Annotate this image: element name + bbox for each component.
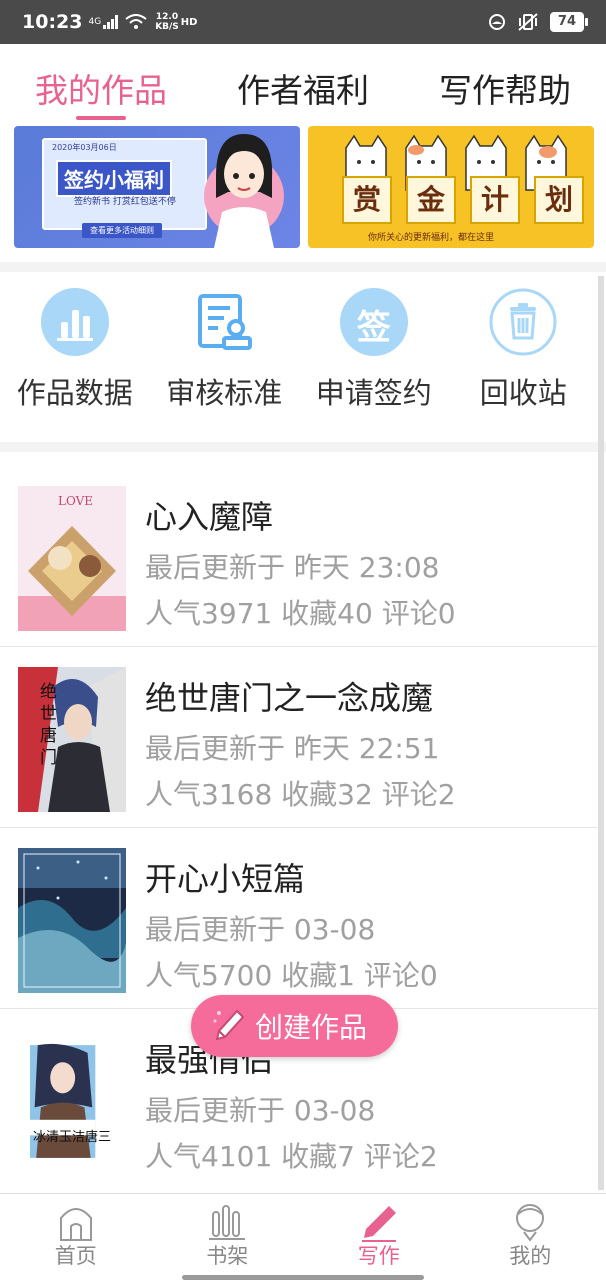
create-work-label: 创建作品 — [255, 1011, 368, 1044]
trash-icon — [489, 288, 557, 356]
book-stats: 人气4101 收藏7 评论2 — [145, 1140, 438, 1173]
tab-my-works[interactable]: 我的作品 — [0, 44, 202, 126]
book-updated: 最后更新于 昨天 23:08 — [145, 551, 440, 584]
book-stats: 人气5700 收藏1 评论0 — [145, 959, 438, 992]
girl-illustration-icon — [204, 134, 284, 248]
bounty-title: 赏 金 计 划 — [342, 176, 584, 224]
cover-text: 冰清玉洁唐三 — [32, 1130, 111, 1145]
vibrate-off-icon — [518, 13, 538, 31]
book-cover — [18, 667, 126, 812]
book-cover — [30, 1043, 96, 1158]
tab-author-benefits[interactable]: 作者福利 — [202, 44, 404, 126]
nav-label: 我的 — [509, 1244, 552, 1268]
pencil-icon — [213, 1009, 245, 1041]
scrollbar[interactable] — [598, 276, 604, 1190]
tool-work-data[interactable]: 作品数据 — [0, 272, 150, 442]
bar-chart-icon — [40, 288, 109, 356]
tool-label: 回收站 — [479, 376, 567, 410]
review-doc-icon — [198, 294, 253, 350]
book-stats: 人气3971 收藏40 评论0 — [145, 597, 456, 630]
tool-label: 申请签约 — [315, 376, 432, 410]
tool-label: 审核标准 — [166, 376, 283, 410]
bounty-char: 金 — [406, 176, 456, 224]
nav-write[interactable]: 写作 — [303, 1194, 455, 1280]
banner-carousel: 2020年03月06日 签约小福利 签约新书 打赏红包送不停 查看更多活动细则 — [0, 126, 606, 256]
nav-home[interactable]: 首页 — [0, 1194, 152, 1280]
banner-signing-benefit[interactable]: 2020年03月06日 签约小福利 签约新书 打赏红包送不停 查看更多活动细则 — [14, 126, 300, 248]
list-item[interactable]: 绝世唐门 绝世唐门之一念成魔 最后更新于 昨天 22:51 人气3168 收藏3… — [0, 647, 598, 828]
works-list: LOVE 心入魔障 最后更新于 昨天 23:08 人气3971 收藏40 评论0… — [0, 466, 598, 1190]
banner-title: 签约小福利 — [56, 160, 172, 197]
banner-subtitle: 签约新书 打赏红包送不停 — [74, 197, 176, 207]
section-divider — [0, 442, 606, 452]
banner-date: 2020年03月06日 — [52, 143, 117, 152]
status-time: 10:23 — [22, 11, 83, 33]
bottom-nav: 首页 书架 写作 我的 — [0, 1193, 606, 1280]
top-tab-bar: 我的作品 作者福利 写作帮助 — [0, 44, 606, 126]
tool-review-standard[interactable]: 审核标准 — [150, 272, 300, 442]
section-divider — [0, 262, 606, 272]
profile-icon — [516, 1204, 545, 1242]
nav-label: 写作 — [357, 1244, 400, 1268]
tool-label: 作品数据 — [16, 376, 133, 410]
create-work-button[interactable]: 创建作品 — [191, 995, 398, 1057]
author-tools: 作品数据 审核标准 签 申请签约 回收站 — [0, 272, 598, 442]
hd-label: HD — [180, 16, 198, 28]
tab-writing-help[interactable]: 写作帮助 — [404, 44, 606, 126]
cover-text: 绝世唐门 — [40, 682, 57, 768]
bounty-char: 赏 — [342, 176, 392, 224]
bookshelf-icon — [209, 1205, 246, 1240]
sign-glyph: 签 — [356, 308, 391, 348]
nav-bookshelf[interactable]: 书架 — [152, 1194, 304, 1280]
tool-apply-sign[interactable]: 签 申请签约 — [299, 272, 449, 442]
status-bar: 10:23 4G 12.0 KB/S HD 74 — [0, 0, 606, 44]
battery-indicator: 74 — [549, 12, 589, 32]
banner-bounty-plan[interactable]: 赏 金 计 划 你所关心的更新福利，都在这里 — [308, 126, 594, 248]
book-updated: 最后更新于 03-08 — [145, 1094, 376, 1127]
nav-label: 书架 — [206, 1244, 249, 1268]
wifi-icon — [125, 14, 147, 29]
cover-text: LOVE — [58, 494, 94, 508]
network-label: 4G — [88, 17, 102, 27]
app-notification-icon — [488, 14, 505, 30]
book-updated: 最后更新于 03-08 — [145, 913, 376, 946]
book-title: 心入魔障 — [145, 498, 274, 536]
book-cover — [18, 848, 126, 993]
banner-more-link: 查看更多活动细则 — [82, 223, 162, 238]
book-title: 绝世唐门之一念成魔 — [145, 679, 434, 717]
home-icon — [59, 1208, 92, 1241]
speed-unit: KB/S — [155, 22, 179, 32]
book-updated: 最后更新于 昨天 22:51 — [145, 732, 440, 765]
signal-icon — [103, 15, 119, 29]
book-title: 开心小短篇 — [145, 860, 306, 898]
home-indicator[interactable] — [182, 1275, 424, 1280]
list-item[interactable]: LOVE 心入魔障 最后更新于 昨天 23:08 人气3971 收藏40 评论0 — [0, 466, 598, 647]
bounty-char: 划 — [534, 176, 584, 224]
speed-value: 12.0 — [155, 12, 179, 22]
book-stats: 人气3168 收藏32 评论2 — [145, 778, 456, 811]
nav-profile[interactable]: 我的 — [455, 1194, 606, 1280]
bounty-caption: 你所关心的更新福利，都在这里 — [368, 233, 495, 243]
write-icon — [361, 1206, 396, 1242]
list-item[interactable]: 开心小短篇 最后更新于 03-08 人气5700 收藏1 评论0 — [0, 828, 598, 1009]
bounty-char: 计 — [470, 176, 520, 224]
nav-label: 首页 — [54, 1244, 97, 1268]
tool-recycle-bin[interactable]: 回收站 — [449, 272, 599, 442]
network-speed: 12.0 KB/S — [155, 12, 179, 32]
